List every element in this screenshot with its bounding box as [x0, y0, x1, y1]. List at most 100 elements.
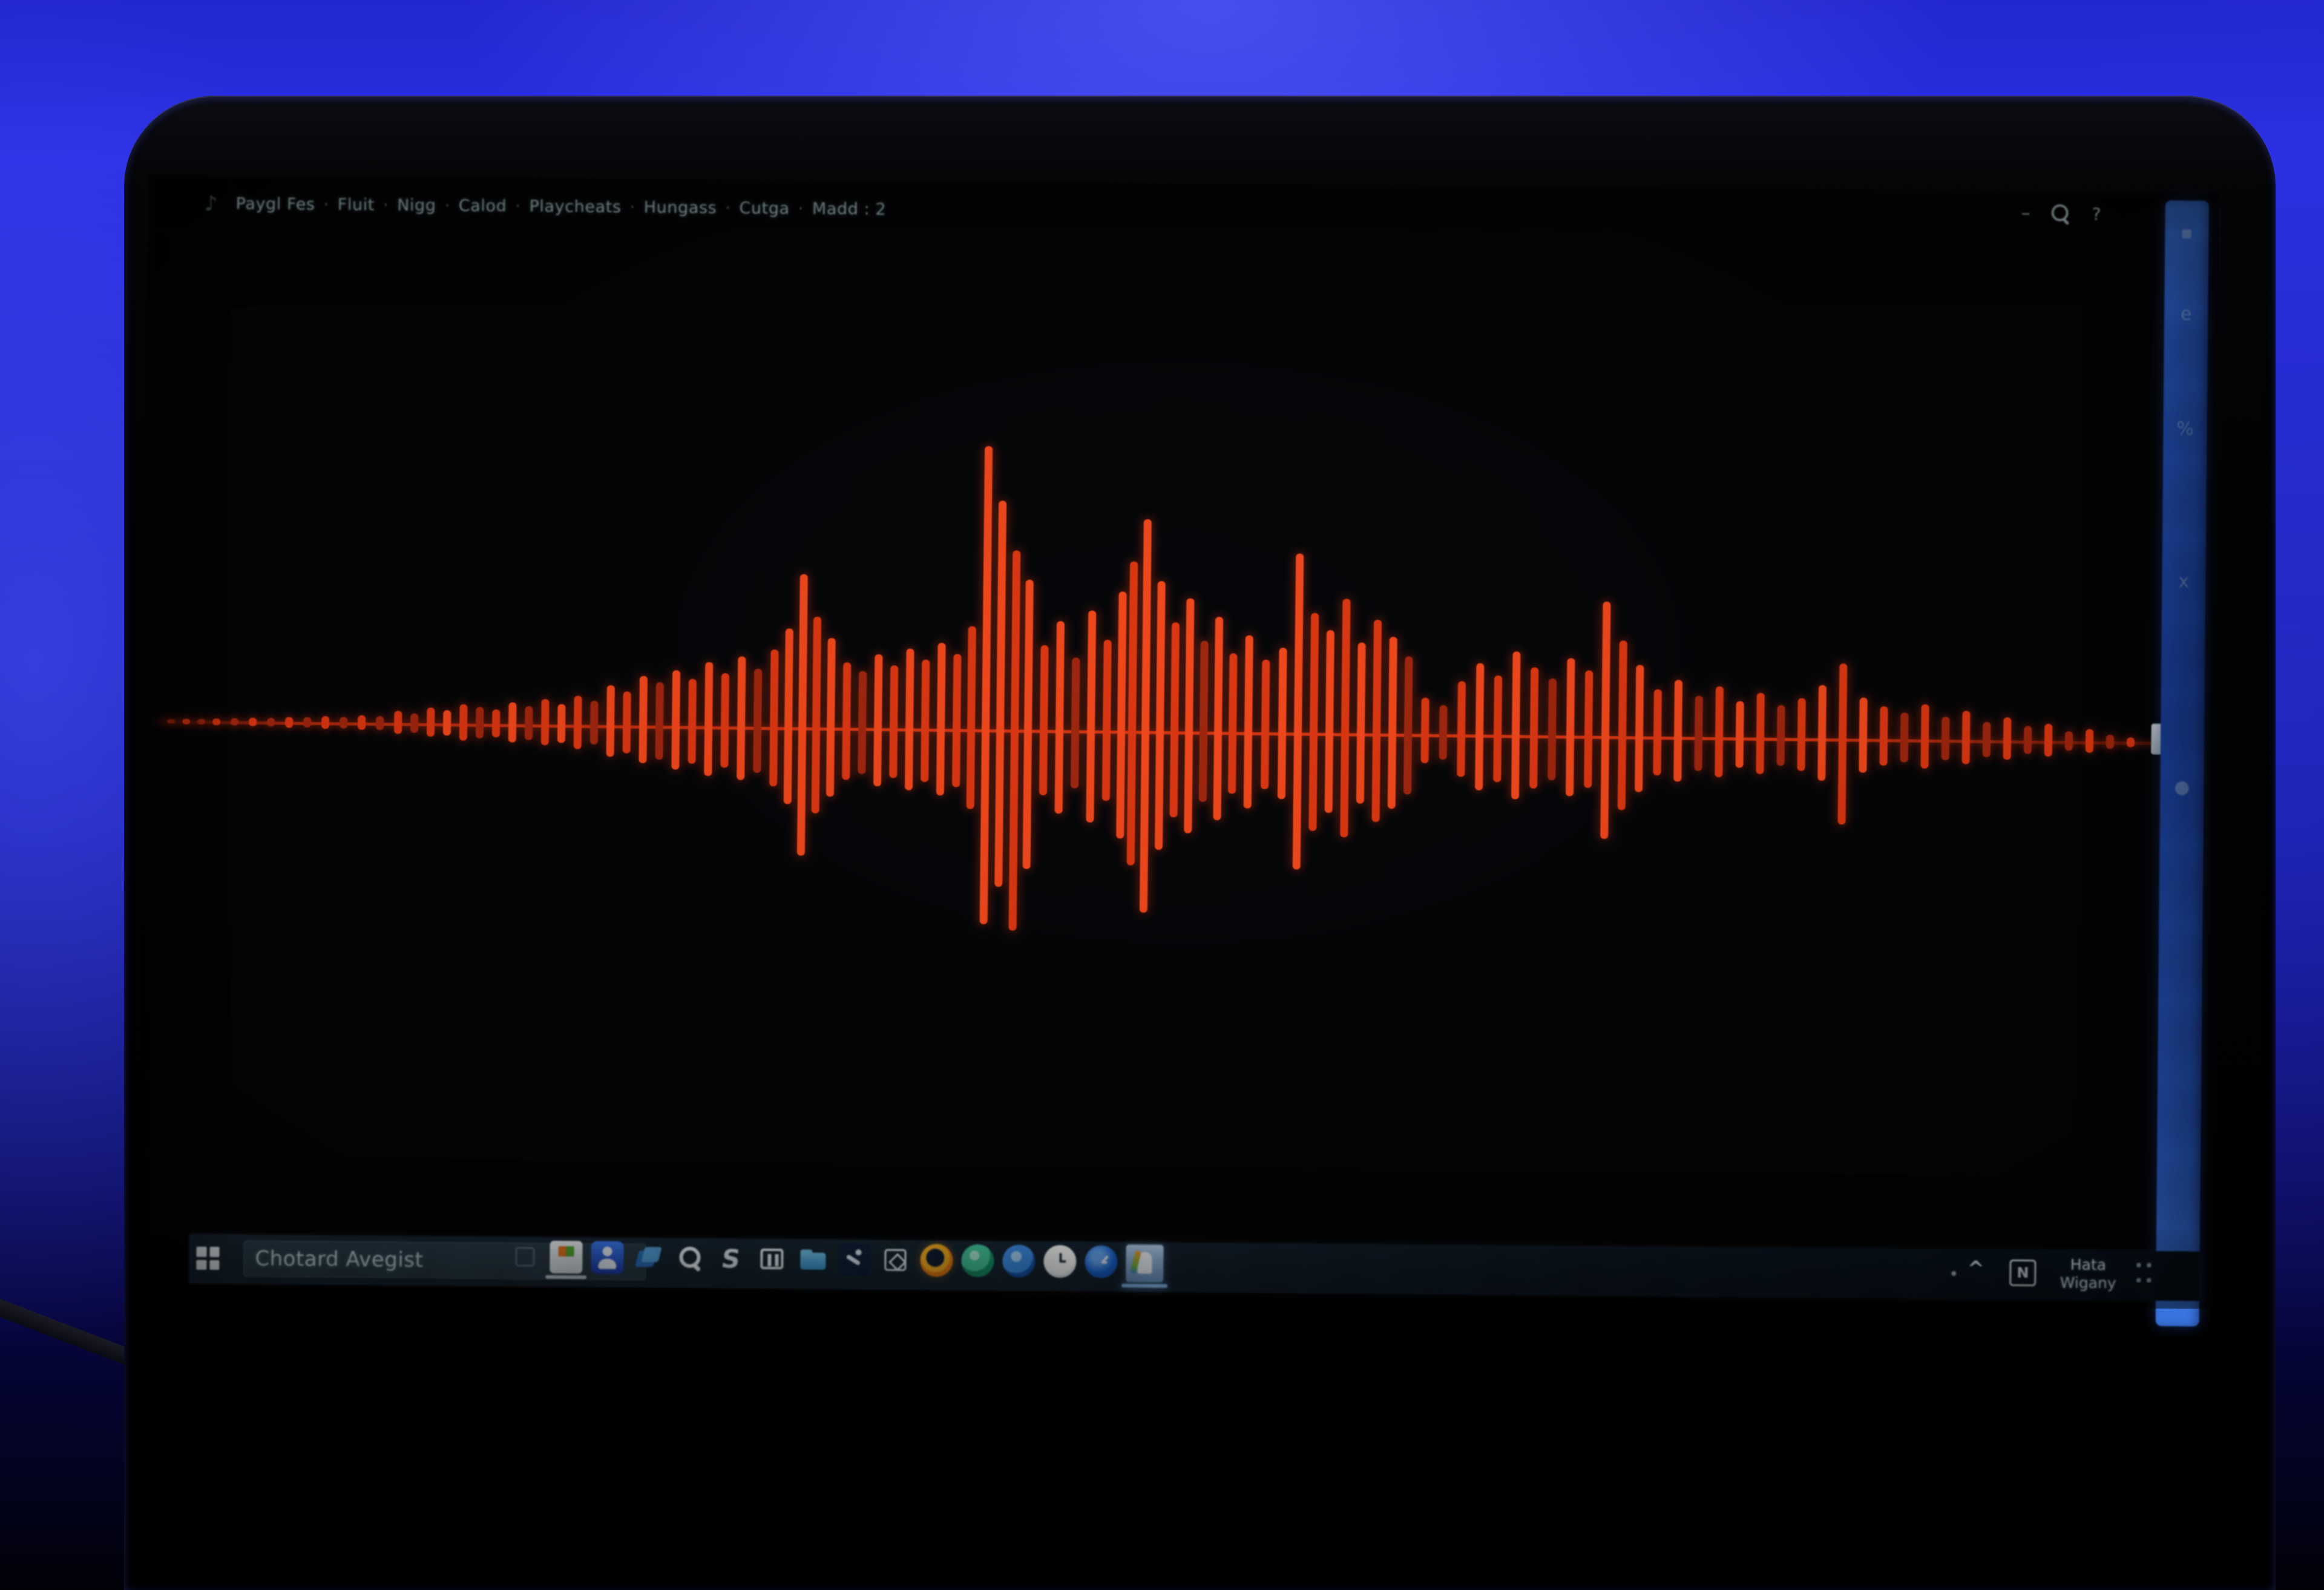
clock-white-icon[interactable]: [1043, 1244, 1077, 1278]
waveform-bar: [720, 673, 730, 768]
taskbar-search-text: Chotard Avegist: [255, 1246, 424, 1272]
waveform-bar: [1797, 698, 1806, 771]
waveform-bar: [638, 675, 648, 763]
waveform-bar: [1324, 630, 1334, 813]
waveform-bar: [1308, 613, 1319, 831]
clock-blue-icon[interactable]: [1085, 1245, 1118, 1278]
scrollbar-glyph-icon[interactable]: ▪: [2165, 222, 2208, 244]
waveform-bar: [231, 718, 239, 726]
active-app-indicator: [1121, 1284, 1168, 1288]
orange-ring-icon[interactable]: [920, 1244, 953, 1277]
waveform-bar: [1600, 601, 1611, 839]
waveform-bar: [753, 668, 763, 773]
waveform-bar: [1694, 695, 1703, 771]
waveform-bar: [1371, 619, 1382, 823]
waveform-bar: [1584, 670, 1594, 788]
waveform-bar: [1227, 653, 1238, 794]
waveform-bar: [1439, 705, 1448, 760]
waveform-bar: [796, 574, 808, 856]
waveform-bar: [769, 649, 779, 787]
waveform-bar: [540, 699, 550, 746]
waveform-bar: [285, 717, 294, 728]
waveform-bar: [994, 501, 1007, 887]
waveform-bar: [376, 716, 384, 731]
waveform-bar: [858, 671, 867, 774]
waveform-bar: [783, 628, 793, 804]
waveform-bar: [1776, 705, 1785, 766]
waveform-bar: [655, 682, 664, 760]
waveform-bar: [2023, 726, 2032, 754]
waveform-bar: [905, 648, 914, 790]
waveform-bar: [1900, 712, 1909, 763]
pen-icon[interactable]: [714, 1242, 747, 1275]
waveform-bar: [1387, 637, 1397, 809]
scrollbar-glyph-icon[interactable]: %: [2163, 418, 2207, 440]
waveform-bar: [442, 710, 451, 736]
files-icon[interactable]: [632, 1241, 665, 1274]
waveform-bar: [358, 715, 366, 730]
waveform-bar: [1198, 640, 1209, 802]
active-app-indicator: [545, 1275, 587, 1280]
waveform-bar: [1022, 579, 1034, 869]
waveform-bar: [1420, 697, 1430, 763]
waveform-bar: [671, 670, 681, 770]
notes-tray-icon[interactable]: N: [2009, 1259, 2037, 1287]
waveform-bar: [1340, 599, 1351, 838]
scrollbar-glyph-icon[interactable]: e: [2164, 303, 2208, 325]
waveform-bar: [1617, 640, 1627, 810]
blue-globe-icon[interactable]: [1002, 1244, 1036, 1278]
store-icon[interactable]: [545, 1240, 587, 1280]
scrollbar-glyph-icon[interactable]: x: [2162, 571, 2205, 593]
movies-icon[interactable]: [755, 1243, 788, 1275]
show-hidden-icons-chevron[interactable]: ^: [1967, 1257, 1984, 1281]
tray-clock-line2: Wigany: [2060, 1273, 2116, 1292]
runner-icon[interactable]: [838, 1243, 871, 1276]
tray-badges: [2136, 1263, 2151, 1287]
photos-icon[interactable]: [879, 1244, 911, 1276]
waveform-bar: [966, 626, 976, 809]
waveform-bar: [267, 718, 275, 727]
waveform-bar: [1008, 550, 1021, 931]
person-icon[interactable]: [591, 1241, 624, 1274]
waveform-bar: [1086, 610, 1097, 823]
waveform-bar: [1277, 648, 1287, 800]
waveform-bar: [2126, 737, 2135, 747]
tray-clock[interactable]: Hata Wigany: [2053, 1255, 2124, 1292]
waveform-bar: [557, 704, 566, 743]
waveform-bar: [889, 665, 899, 778]
waveform-canvas: [140, 178, 2216, 1310]
waveform-bar: [321, 716, 330, 729]
waveform-bar: [737, 656, 746, 780]
waveform-bar: [1403, 656, 1413, 795]
waveform-bar: [426, 707, 435, 737]
waveform-bar: [508, 702, 517, 743]
waveform-bar: [873, 654, 883, 787]
waveform-bar: [1039, 645, 1049, 796]
home-active-icon[interactable]: [1121, 1244, 1168, 1288]
waveform-bar: [1859, 697, 1868, 773]
waveform-bar: [1837, 663, 1848, 825]
waveform-bar: [1635, 665, 1644, 792]
taskbar-search-input[interactable]: Chotard Avegist: [243, 1240, 646, 1281]
search-icon[interactable]: [673, 1242, 706, 1275]
waveform-bar: [606, 685, 615, 757]
waveform-bar: [410, 713, 419, 733]
photo-stage: ♪ Paygl Fes · Fluit · Nigg · Calod · Playcheats ·…: [0, 0, 2324, 1590]
waveform-bar: [1982, 721, 1991, 757]
waveform-bar: [303, 717, 312, 728]
waveform-bar: [1920, 704, 1929, 769]
scrollbar-glyph-icon[interactable]: ●: [2160, 777, 2204, 798]
waveform-bar: [1879, 706, 1888, 766]
waveform-bar: [1184, 598, 1195, 833]
task-view-icon[interactable]: [508, 1240, 541, 1273]
folder-icon[interactable]: [796, 1243, 829, 1275]
waveform-bar: [1735, 701, 1744, 768]
waveform-bar: [1756, 692, 1765, 774]
green-globe-icon[interactable]: [961, 1244, 994, 1278]
tray-clock-line1: Hata: [2070, 1255, 2107, 1274]
waveform-bar: [2003, 717, 2012, 760]
waveform-bar: [1054, 621, 1065, 814]
start-button[interactable]: [196, 1246, 220, 1270]
waveform-bar: [1261, 659, 1270, 790]
waveform-bar: [589, 700, 599, 745]
